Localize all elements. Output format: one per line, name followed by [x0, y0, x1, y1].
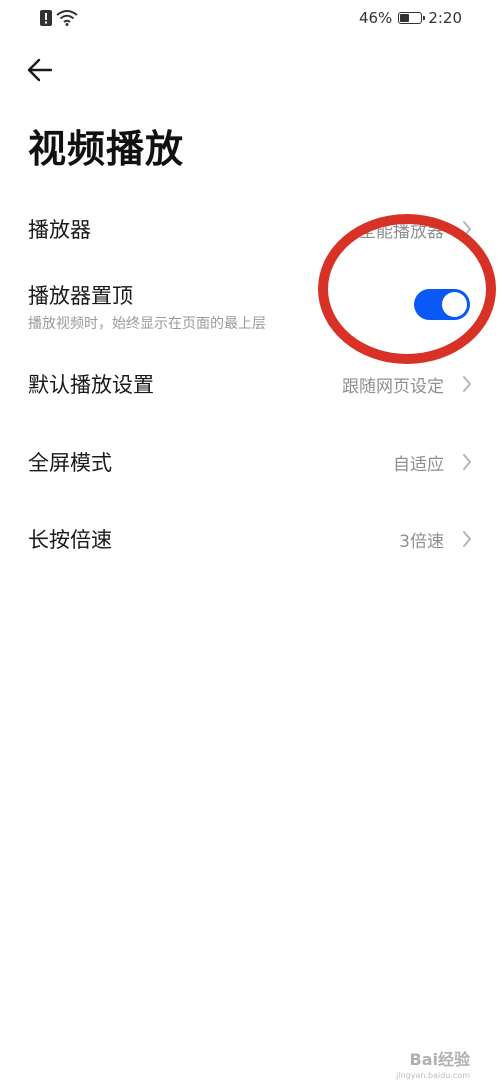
row-label: 默认播放设置	[28, 373, 154, 397]
status-bar: 46% 2:20	[0, 0, 500, 38]
page-title: 视频播放	[28, 127, 185, 171]
setting-row-long-press-speed[interactable]: 长按倍速 3倍速	[0, 510, 500, 566]
wifi-icon	[56, 10, 78, 26]
row-label: 播放器置顶	[28, 284, 133, 308]
setting-row-fullscreen-mode[interactable]: 全屏模式 自适应	[0, 433, 500, 489]
battery-icon	[398, 12, 426, 24]
back-button[interactable]	[20, 50, 60, 90]
status-time: 2:20	[428, 9, 462, 27]
row-label: 长按倍速	[28, 528, 112, 552]
status-icons-right: 46% 2:20	[359, 9, 462, 27]
row-label: 播放器	[28, 218, 91, 242]
row-value: 跟随网页设定	[342, 377, 444, 397]
row-value: 自适应	[393, 455, 444, 475]
player-on-top-toggle[interactable]	[414, 289, 470, 320]
setting-row-player[interactable]: 播放器 全能播放器	[0, 200, 500, 256]
chevron-right-icon	[463, 376, 471, 392]
row-label: 全屏模式	[28, 451, 112, 475]
chevron-right-icon	[463, 221, 471, 237]
row-value: 全能播放器	[359, 222, 444, 242]
status-icons-left	[40, 10, 78, 26]
chevron-right-icon	[463, 531, 471, 547]
battery-fill	[400, 14, 410, 22]
watermark-logo: Bai经验	[409, 1050, 470, 1069]
toggle-knob	[442, 292, 467, 317]
chevron-right-icon	[463, 454, 471, 470]
alert-icon	[40, 10, 52, 26]
arrow-left-icon	[27, 58, 53, 82]
battery-percent: 46%	[358, 9, 393, 27]
watermark-url: jingyan.baidu.com	[396, 1071, 470, 1080]
row-description: 播放视频时，始终显示在页面的最上层	[28, 316, 266, 332]
setting-row-default-playback[interactable]: 默认播放设置 跟随网页设定	[0, 355, 500, 411]
row-value: 3倍速	[399, 532, 444, 552]
